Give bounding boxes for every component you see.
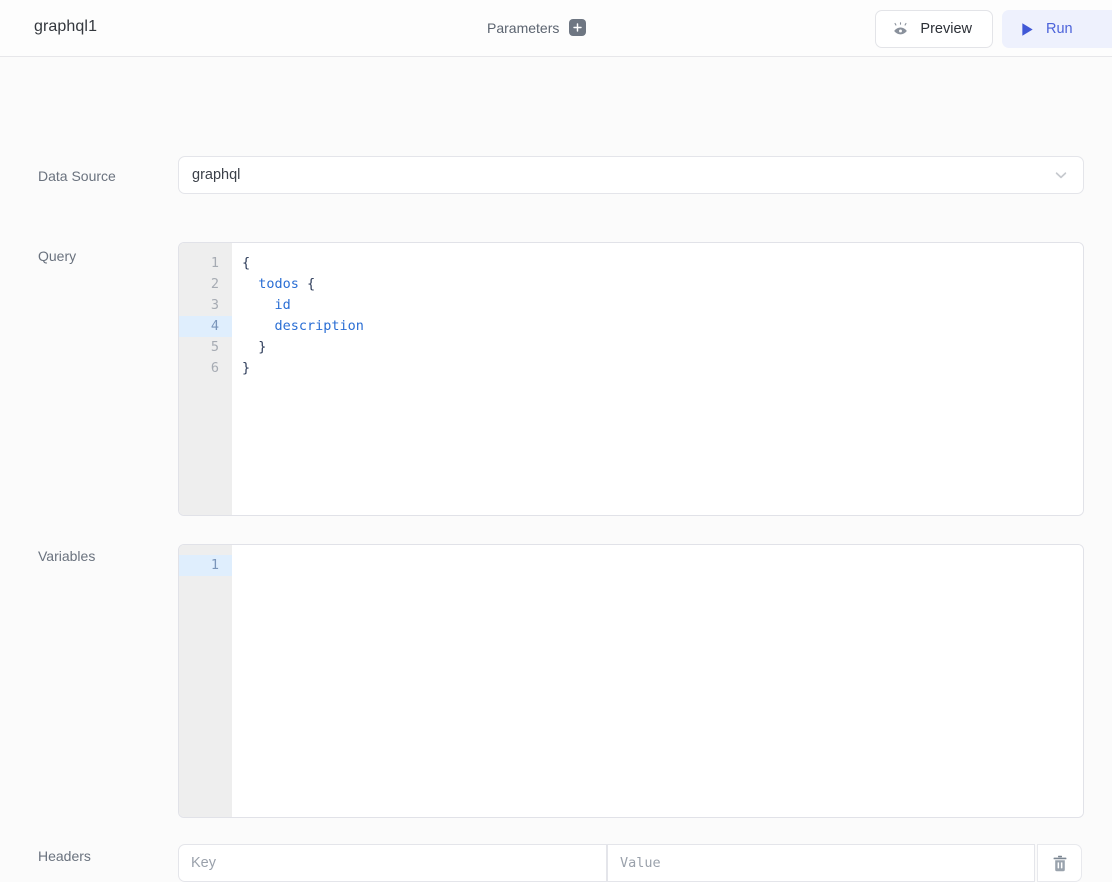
- variables-label: Variables: [38, 548, 95, 564]
- line-number: 4: [179, 316, 232, 337]
- header-value-input[interactable]: [607, 844, 1035, 882]
- code-token: }: [242, 360, 250, 376]
- parameters-label: Parameters: [487, 20, 559, 36]
- preview-button-label: Preview: [920, 21, 972, 37]
- variables-line-gutter: 1: [179, 545, 232, 817]
- app-header: graphql1 Parameters Preview Run: [0, 0, 1112, 57]
- code-token: [242, 318, 275, 334]
- code-line: id: [242, 295, 1083, 316]
- code-token: }: [242, 339, 266, 355]
- query-code-editor[interactable]: 123456 { todos { id description }}: [178, 242, 1084, 516]
- code-token: {: [242, 255, 250, 271]
- code-token: {: [299, 276, 315, 292]
- code-token: description: [275, 318, 364, 334]
- data-source-select[interactable]: graphql: [178, 156, 1084, 194]
- delete-header-button[interactable]: [1037, 844, 1082, 882]
- line-number: 5: [179, 337, 232, 358]
- line-number: 2: [179, 274, 232, 295]
- code-line: {: [242, 253, 1083, 274]
- line-number: 3: [179, 295, 232, 316]
- run-button-label: Run: [1046, 21, 1073, 37]
- code-token: [242, 297, 275, 313]
- code-line: todos {: [242, 274, 1083, 295]
- data-source-label: Data Source: [38, 168, 116, 184]
- header-key-input[interactable]: [178, 844, 607, 882]
- run-button[interactable]: Run: [1002, 10, 1112, 48]
- code-line: }: [242, 337, 1083, 358]
- code-token: [242, 276, 258, 292]
- line-number: 1: [179, 555, 232, 576]
- header-actions: Preview Run: [875, 10, 1112, 48]
- code-token: todos: [258, 276, 299, 292]
- code-line: description: [242, 316, 1083, 337]
- trash-icon: [1052, 855, 1068, 872]
- plus-icon: [572, 22, 583, 33]
- line-number: 1: [179, 253, 232, 274]
- page-title: graphql1: [34, 18, 97, 36]
- eye-icon: [892, 22, 909, 37]
- data-source-value: graphql: [192, 167, 1053, 183]
- play-icon: [1020, 22, 1035, 37]
- add-parameter-button[interactable]: [569, 19, 586, 36]
- chevron-down-icon: [1053, 167, 1069, 183]
- parameters-group: Parameters: [487, 19, 586, 36]
- variables-code-editor[interactable]: 1: [178, 544, 1084, 818]
- code-token: id: [275, 297, 291, 313]
- headers-label: Headers: [38, 848, 91, 864]
- line-number: 6: [179, 358, 232, 379]
- query-line-gutter: 123456: [179, 243, 232, 515]
- preview-button[interactable]: Preview: [875, 10, 993, 48]
- query-code-content[interactable]: { todos { id description }}: [232, 243, 1083, 515]
- code-line: [242, 555, 1083, 576]
- variables-code-content[interactable]: [232, 545, 1083, 817]
- query-label: Query: [38, 248, 76, 264]
- code-line: }: [242, 358, 1083, 379]
